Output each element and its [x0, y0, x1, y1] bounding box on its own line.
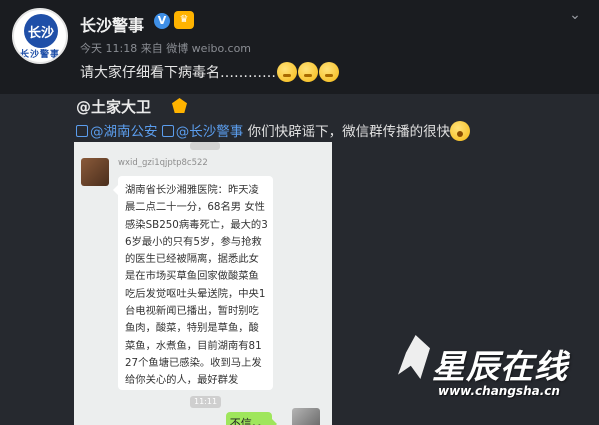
repost-text: @湖南公安 @长沙警事 你们快辟谣下，微信群传播的很快 — [76, 120, 471, 141]
watermark-url: www.changsha.cn — [438, 384, 560, 398]
verified-icon: V — [154, 13, 170, 29]
watermark-brand: 星辰在线 — [432, 347, 568, 386]
chat-message-bubble: 湖南省长沙湘雅医院：昨天凌晨二点二十一分，68名男 女性感染SB250病毒死亡，… — [113, 176, 273, 390]
post-meta: 今天 11:18 来自 微博 weibo.com — [80, 42, 252, 55]
police-badge-icon: 长沙 — [24, 14, 58, 48]
link-icon — [76, 125, 88, 137]
author-name[interactable]: 长沙警事 — [80, 12, 144, 36]
chat-timestamp — [190, 142, 220, 150]
repost-message: 你们快辟谣下，微信群传播的很快 — [247, 124, 451, 140]
chat-screenshot[interactable]: wxid_gzi1qjptp8c522 湖南省长沙湘雅医院：昨天凌晨二点二十一分… — [74, 142, 332, 425]
surprised-emoji-icon — [450, 121, 471, 141]
weibo-post: 长沙 长沙警事 长沙警事 V ♛ ⌄ 今天 11:18 来自 微博 weibo.… — [0, 0, 599, 94]
sender-avatar — [81, 158, 109, 186]
link-icon — [161, 125, 174, 137]
speechless-emoji-icon — [277, 62, 297, 82]
repost-author[interactable]: @土家大卫 — [76, 96, 151, 117]
mention-link[interactable]: @湖南公安 — [76, 124, 158, 140]
chat-timestamp: 11:11 — [190, 396, 222, 408]
speechless-emoji-icon — [298, 62, 318, 82]
author-avatar[interactable]: 长沙 长沙警事 — [12, 8, 68, 64]
verified-icon — [172, 98, 187, 113]
avatar-caption: 长沙警事 — [19, 50, 60, 60]
chat-reply-bubble: 不信。。 — [226, 412, 277, 425]
chat-sender-id: wxid_gzi1qjptp8c522 — [118, 158, 208, 168]
chevron-down-icon[interactable]: ⌄ — [561, 8, 589, 22]
vip-icon: ♛ — [174, 11, 194, 29]
mention-link[interactable]: @长沙警事 — [161, 124, 243, 140]
speechless-emoji-icon — [319, 62, 339, 82]
post-text-content: 请大家仔细看下病毒名………… — [80, 65, 276, 81]
reply-avatar — [292, 408, 320, 425]
post-text: 请大家仔细看下病毒名………… — [80, 62, 339, 82]
